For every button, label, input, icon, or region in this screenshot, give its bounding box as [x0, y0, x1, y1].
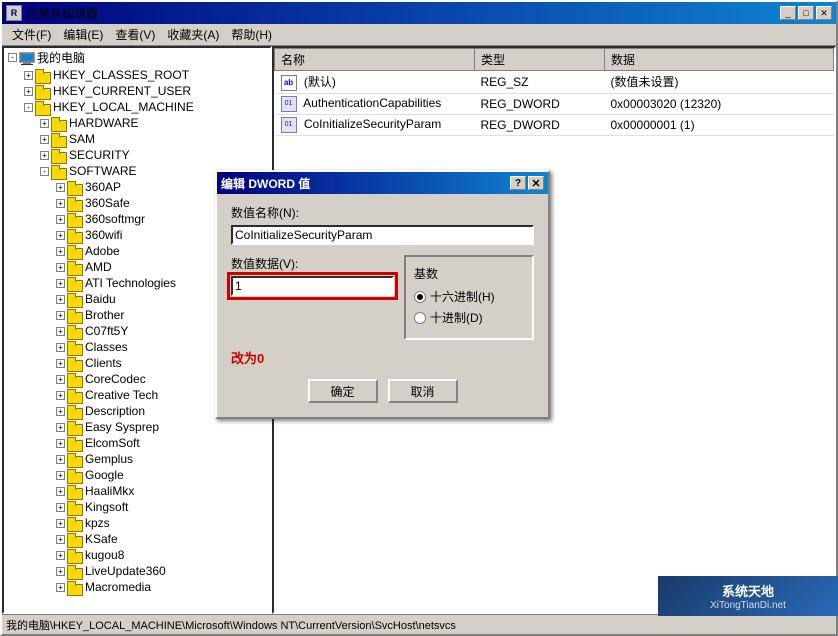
dialog-close-button[interactable]: ✕	[528, 176, 544, 190]
dialog-buttons: 确定 取消	[231, 379, 534, 403]
data-label: 数值数据(V):	[231, 255, 394, 272]
base-label: 基数	[414, 265, 524, 282]
dialog-help-button[interactable]: ?	[510, 176, 526, 190]
dialog-left-col: 数值数据(V):	[231, 255, 394, 340]
change-row: 改为0	[231, 348, 534, 367]
radio-hex-label: 十六进制(H)	[430, 288, 495, 305]
radio-dec-circle[interactable]	[414, 312, 426, 324]
name-label: 数值名称(N):	[231, 204, 534, 221]
data-value-input[interactable]	[231, 276, 394, 296]
dialog-title-controls: ? ✕	[510, 176, 544, 190]
base-group: 基数 十六进制(H) 十进制(D)	[404, 255, 534, 340]
dialog-body: 数值名称(N): 数值数据(V): 基数 十六进制(H) 十进制(D)	[217, 194, 548, 417]
radio-dec-label: 十进制(D)	[430, 309, 483, 326]
radio-dec[interactable]: 十进制(D)	[414, 309, 524, 326]
dialog-overlay: 编辑 DWORD 值 ? ✕ 数值名称(N): 数值数据(V): 基数	[0, 0, 838, 636]
edit-dword-dialog: 编辑 DWORD 值 ? ✕ 数值名称(N): 数值数据(V): 基数	[215, 170, 550, 419]
ok-button[interactable]: 确定	[308, 379, 378, 403]
radio-hex[interactable]: 十六进制(H)	[414, 288, 524, 305]
dialog-title-bar: 编辑 DWORD 值 ? ✕	[217, 172, 548, 194]
dialog-title-text: 编辑 DWORD 值	[221, 175, 310, 192]
cancel-button[interactable]: 取消	[388, 379, 458, 403]
name-input[interactable]	[231, 225, 534, 245]
change-label: 改为0	[231, 348, 264, 367]
radio-hex-circle[interactable]	[414, 291, 426, 303]
dialog-data-row: 数值数据(V): 基数 十六进制(H) 十进制(D)	[231, 255, 534, 340]
